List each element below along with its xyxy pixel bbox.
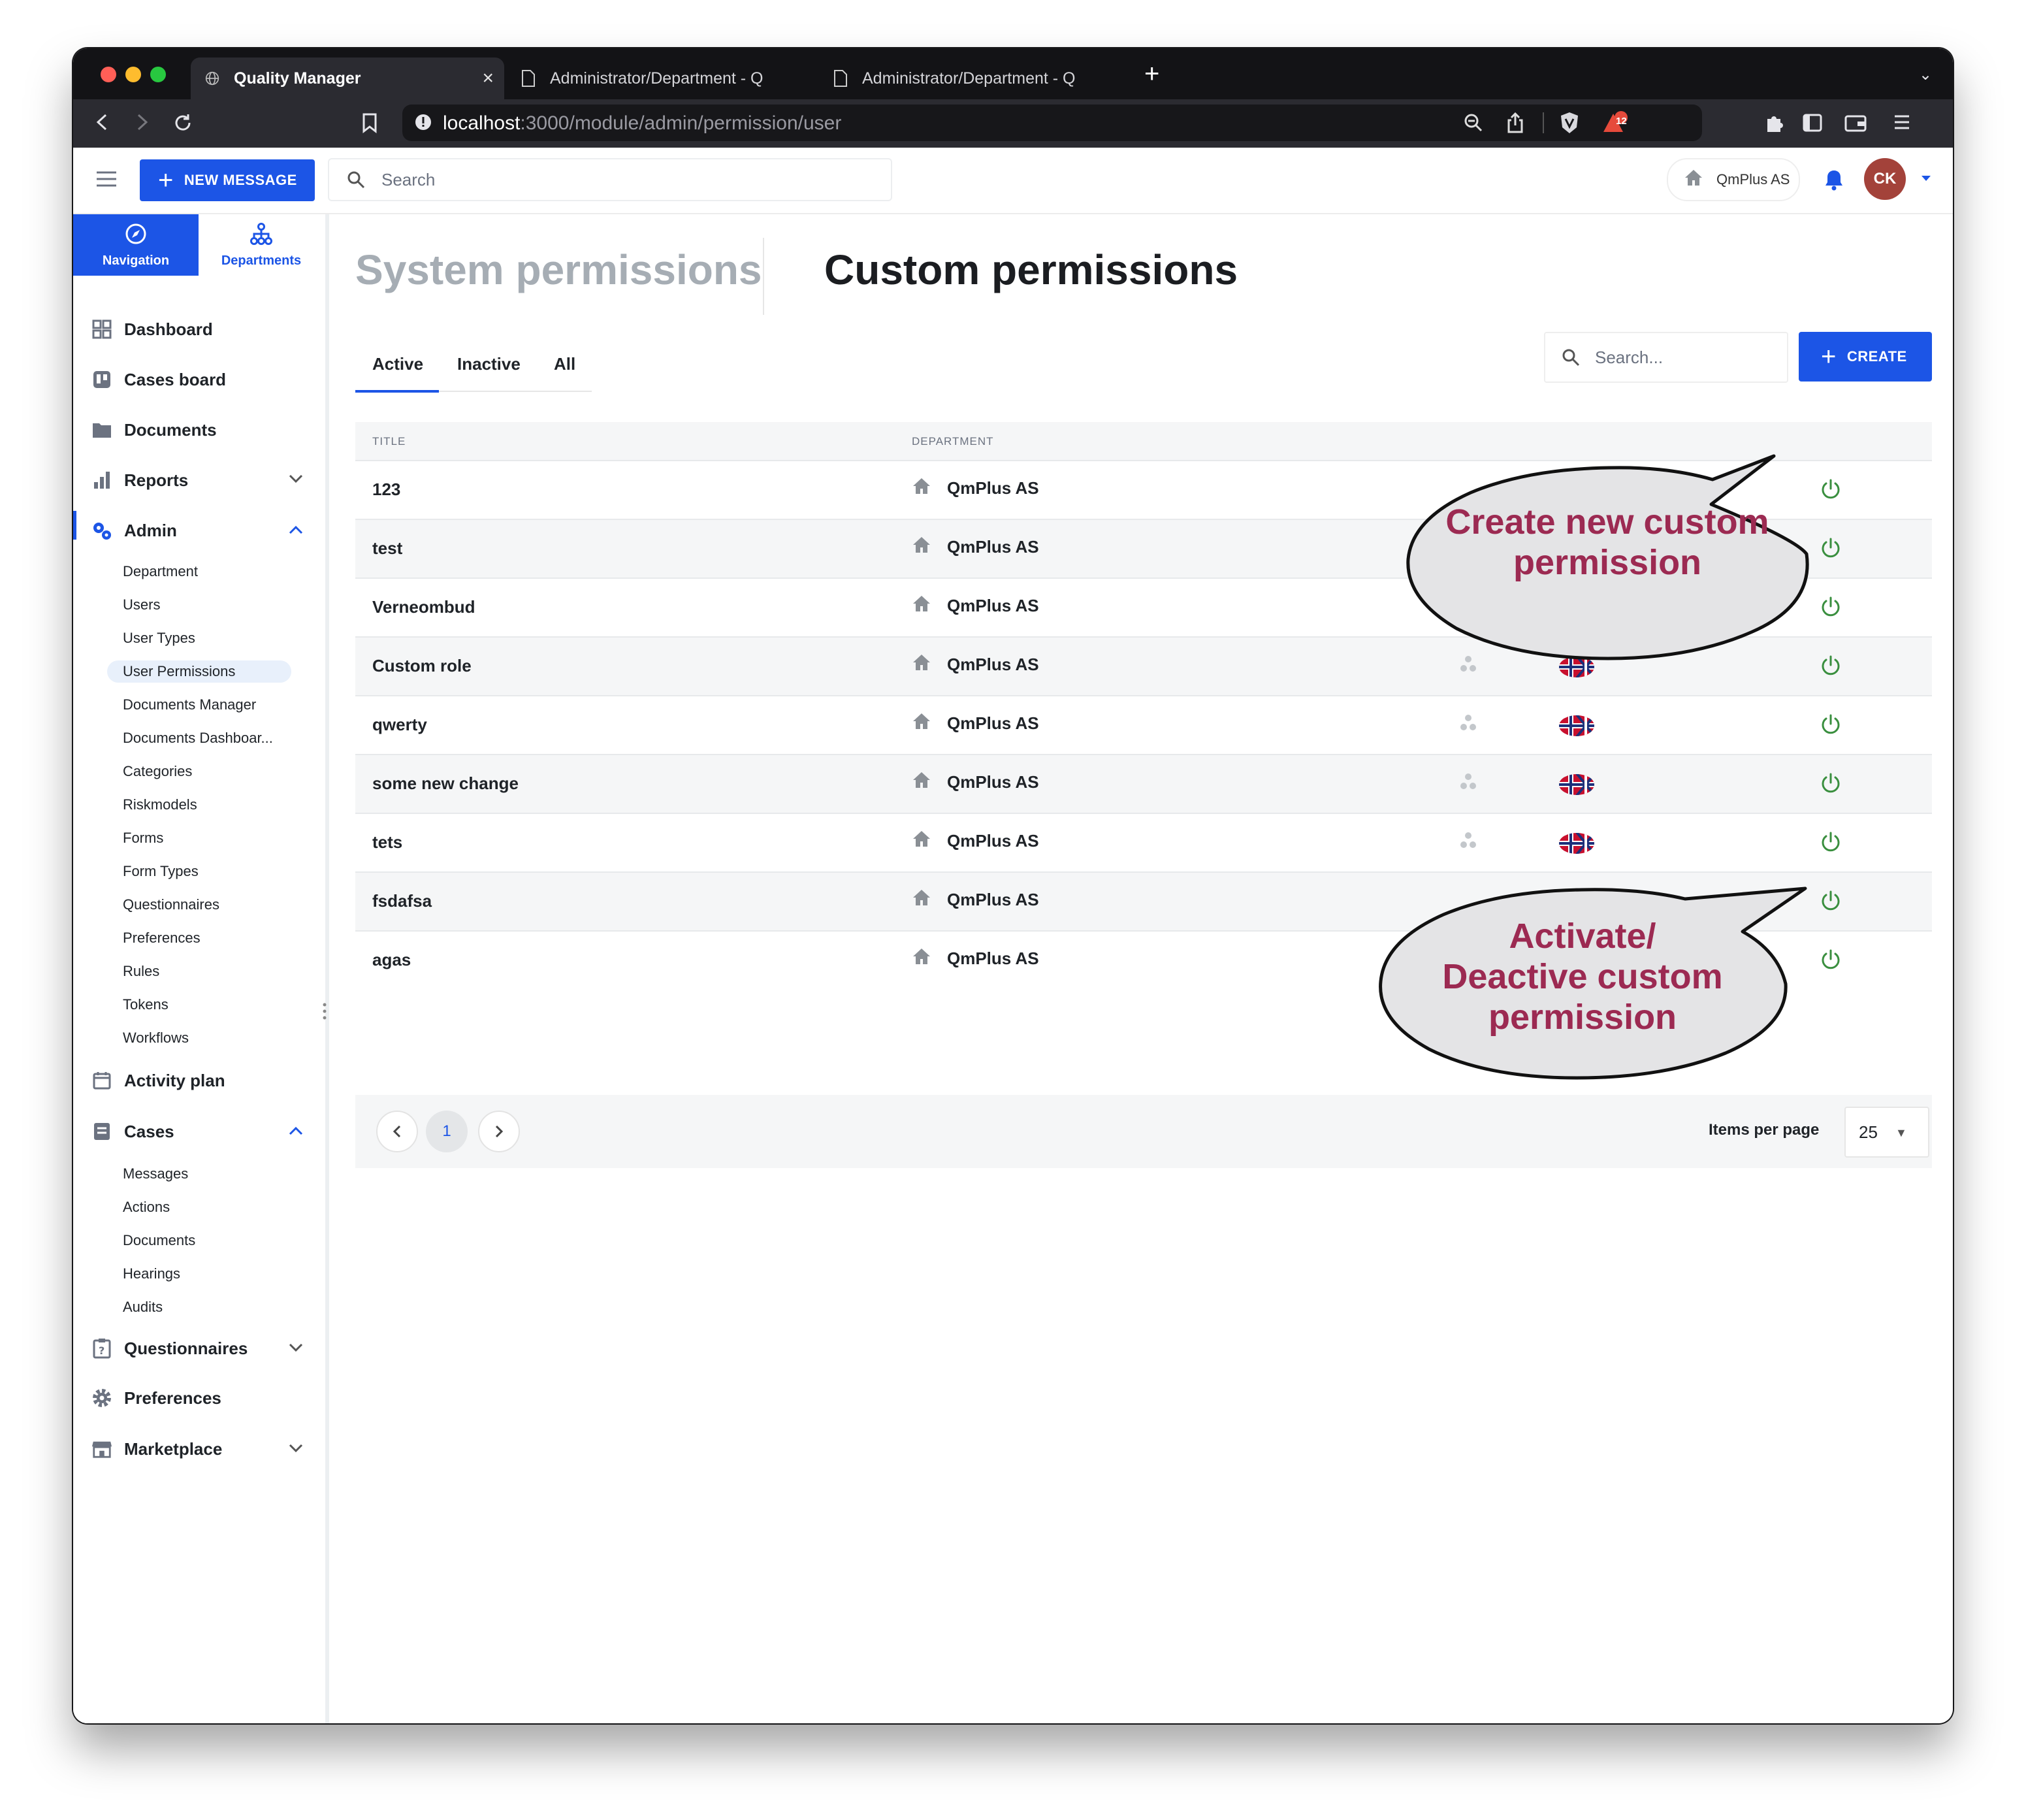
extensions-icon[interactable] xyxy=(1763,112,1784,137)
back-icon[interactable] xyxy=(93,112,111,136)
browser-toolbar: localhost:3000/module/admin/permission/u… xyxy=(73,99,1953,148)
address-bar[interactable]: localhost:3000/module/admin/permission/u… xyxy=(402,105,1702,141)
tab-label: Administrator/Department - Q xyxy=(862,69,1076,88)
zoom-out-icon[interactable] xyxy=(1463,112,1484,137)
rewards-badge: 12 xyxy=(1616,116,1627,127)
browser-window: Quality Manager × Administrator/Departme… xyxy=(73,48,1953,1723)
url-text: localhost:3000/module/admin/permission/u… xyxy=(443,112,842,134)
document-icon xyxy=(521,70,536,87)
sidebar-toggle-icon[interactable] xyxy=(1803,114,1822,136)
toolbar-divider xyxy=(1543,112,1544,133)
menu-icon[interactable] xyxy=(1893,112,1911,136)
minimize-window-button[interactable] xyxy=(125,67,141,82)
application: + NEW MESSAGE Search QmPlus AS CK Naviga… xyxy=(73,148,1953,1723)
tab-label: Administrator/Department - Q xyxy=(550,69,764,88)
browser-tab-bar: Quality Manager × Administrator/Departme… xyxy=(73,48,1953,99)
bookmark-icon[interactable] xyxy=(362,112,378,137)
tab-list-chevron-icon[interactable]: ⌄ xyxy=(1919,65,1932,85)
share-icon[interactable] xyxy=(1506,112,1524,137)
callout-activate-text: Activate/ Deactive custom permission xyxy=(1442,917,1723,1037)
reload-icon[interactable] xyxy=(172,112,193,137)
browser-tab-active[interactable]: Quality Manager × xyxy=(191,57,504,99)
globe-icon xyxy=(205,70,219,87)
browser-tab[interactable]: Administrator/Department - Q xyxy=(819,57,1126,99)
wallet-icon[interactable] xyxy=(1844,114,1867,136)
brave-shield-icon[interactable] xyxy=(1558,111,1581,138)
document-icon xyxy=(833,70,848,87)
tab-label: Quality Manager xyxy=(234,69,361,88)
brave-rewards-icon[interactable]: 12 xyxy=(1601,111,1628,138)
browser-tab[interactable]: Administrator/Department - Q xyxy=(507,57,814,99)
zoom-window-button[interactable] xyxy=(150,67,166,82)
new-tab-button[interactable]: + xyxy=(1144,61,1159,87)
callout-create-text: Create new custom permission xyxy=(1445,502,1769,582)
close-tab-icon[interactable]: × xyxy=(482,67,494,89)
close-window-button[interactable] xyxy=(101,67,116,82)
site-info-icon[interactable] xyxy=(414,113,432,135)
forward-icon[interactable] xyxy=(133,112,152,136)
